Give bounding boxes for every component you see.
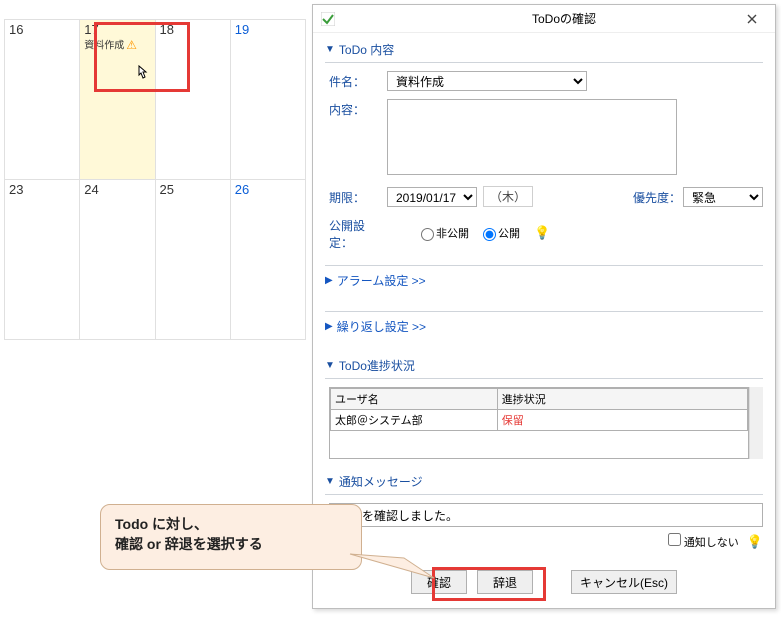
calendar-cell-18[interactable]: 18	[155, 20, 230, 180]
cancel-button[interactable]: キャンセル(Esc)	[571, 570, 677, 594]
calendar-cell-24[interactable]: 24	[80, 180, 155, 340]
calendar-event[interactable]: 資料作成⚠	[84, 38, 150, 54]
close-button[interactable]	[737, 9, 767, 29]
deadline-date-select[interactable]: 2019/01/17	[387, 187, 477, 207]
table-row[interactable]: 太郎＠システム部 保留	[331, 410, 748, 431]
col-user: ユーザ名	[331, 389, 498, 410]
visibility-private[interactable]: 非公開	[421, 225, 469, 241]
calendar-cell-23[interactable]: 23	[5, 180, 80, 340]
content-textarea[interactable]	[387, 99, 677, 175]
hint-bulb-icon[interactable]: 💡	[534, 225, 550, 241]
decline-button[interactable]: 辞退	[477, 570, 533, 594]
col-status: 進捗状況	[497, 389, 747, 410]
group-notify: ▼通知メッセージ 通知しない 💡	[325, 473, 763, 550]
triangle-right-icon: ▶	[325, 275, 333, 286]
group-todo-content: ▼ToDo 内容 件名： 資料作成 内容： 期限：	[325, 41, 763, 251]
calendar-cell-26[interactable]: 26	[230, 180, 305, 340]
priority-select[interactable]: 緊急	[683, 187, 763, 207]
hint-bulb-icon[interactable]: 💡	[747, 534, 763, 550]
scrollbar[interactable]	[749, 387, 763, 459]
day-of-week: （木）	[483, 186, 533, 207]
triangle-down-icon: ▼	[325, 360, 335, 371]
calendar-grid: 16 17 資料作成⚠ 18 19 23 24 25 26	[4, 19, 306, 340]
calendar-cell-19[interactable]: 19	[230, 20, 305, 180]
dialog-titlebar: ToDoの確認	[313, 5, 775, 33]
dialog-title: ToDoの確認	[532, 10, 737, 27]
calendar-cell-17[interactable]: 17 資料作成⚠	[80, 20, 155, 180]
triangle-down-icon: ▼	[325, 44, 335, 55]
warning-icon: ⚠	[126, 38, 137, 52]
priority-label: 優先度：	[633, 187, 681, 206]
content-label: 内容：	[329, 99, 387, 118]
visibility-public[interactable]: 公開	[483, 225, 520, 241]
todo-confirm-dialog: ToDoの確認 ▼ToDo 内容 件名： 資料作成 内容：	[312, 4, 776, 609]
annotation-callout-tail	[350, 554, 440, 584]
subject-select[interactable]: 資料作成	[387, 71, 587, 91]
repeat-settings-link[interactable]: ▶繰り返し設定 >>	[325, 311, 763, 347]
do-not-notify-checkbox[interactable]: 通知しない	[668, 533, 739, 550]
todo-check-icon	[321, 12, 526, 26]
notify-message-input[interactable]	[329, 503, 763, 527]
group-progress: ▼ToDo進捗状況 ユーザ名 進捗状況 太郎＠システム部 保留	[325, 357, 763, 459]
alarm-settings-link[interactable]: ▶アラーム設定 >>	[325, 265, 763, 301]
calendar-cell-25[interactable]: 25	[155, 180, 230, 340]
triangle-right-icon: ▶	[325, 321, 333, 332]
deadline-label: 期限：	[329, 187, 387, 206]
triangle-down-icon: ▼	[325, 476, 335, 487]
calendar-cell-16[interactable]: 16	[5, 20, 80, 180]
annotation-callout: Todo に対し、 確認 or 辞退を選択する	[100, 504, 362, 570]
visibility-label: 公開設定：	[329, 215, 387, 251]
progress-table: ユーザ名 進捗状況 太郎＠システム部 保留	[330, 388, 748, 431]
subject-label: 件名：	[329, 71, 387, 90]
